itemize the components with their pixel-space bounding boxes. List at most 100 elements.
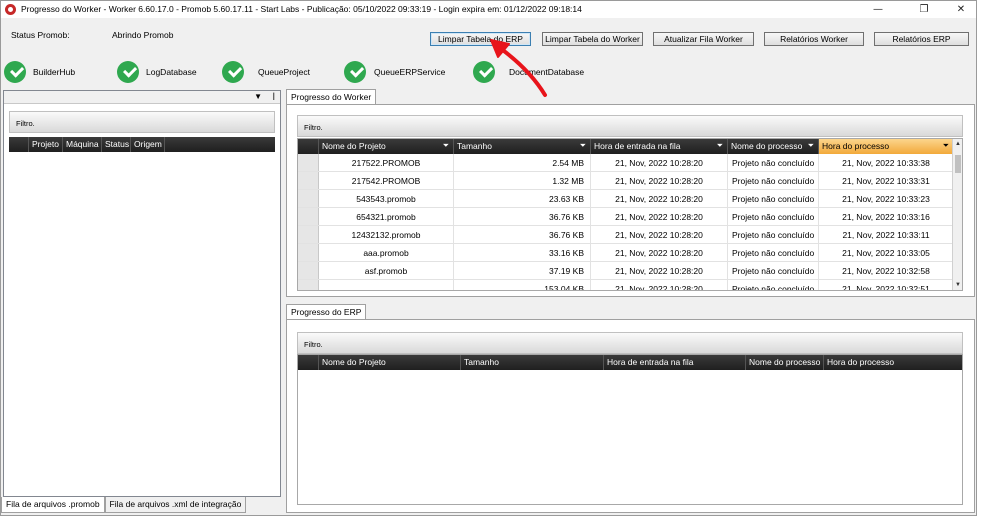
- tab-promob-queue[interactable]: Fila de arquivos .promob: [1, 497, 105, 513]
- services-status-row: BuilderHub LogDatabase QueueProject Queu…: [1, 58, 976, 88]
- table-cell: 21, Nov, 2022 10:28:20: [591, 208, 728, 225]
- column-header-queue-time[interactable]: Hora de entrada na fila: [604, 355, 746, 370]
- row-selector[interactable]: [298, 154, 319, 171]
- column-header-project-name[interactable]: Nome do Projeto: [319, 355, 461, 370]
- table-cell: 153.04 KB: [454, 280, 591, 290]
- row-selector[interactable]: [298, 280, 319, 290]
- service-queueerpservice: QueueERPService: [344, 61, 445, 83]
- minimize-button[interactable]: —: [863, 1, 893, 18]
- table-cell: 21, Nov, 2022 10:33:38: [819, 154, 954, 171]
- column-header[interactable]: Máquina: [63, 137, 102, 152]
- filter-icon[interactable]: ⏷: [717, 141, 723, 151]
- column-header-process-time[interactable]: Hora do processo ⏷: [819, 139, 954, 154]
- column-header-size[interactable]: Tamanho ⏷: [454, 139, 591, 154]
- filter-icon[interactable]: ⏷: [443, 141, 449, 151]
- column-header-project-name[interactable]: Nome do Projeto ⏷: [319, 139, 454, 154]
- worker-filter-bar[interactable]: Filtro.: [297, 115, 963, 137]
- table-row[interactable]: 543543.promob 23.63 KB 21, Nov, 2022 10:28…: [298, 190, 954, 208]
- row-selector[interactable]: [298, 172, 319, 189]
- table-cell: 23.63 KB: [454, 190, 591, 207]
- service-label: LogDatabase: [146, 67, 197, 77]
- queue-grid-header: Projeto Máquina Status Origem: [9, 137, 275, 152]
- service-label: QueueERPService: [374, 67, 446, 77]
- queue-panel-header: ▼ ꟾ: [4, 91, 280, 104]
- column-header-queue-time[interactable]: Hora de entrada na fila ⏷: [591, 139, 728, 154]
- table-cell: 21, Nov, 2022 10:32:51: [819, 280, 954, 290]
- scroll-up-icon[interactable]: ▲: [953, 139, 962, 149]
- clear-worker-table-button[interactable]: Limpar Tabela do Worker: [542, 32, 643, 46]
- queue-panel: ▼ ꟾ Filtro. Projeto Máquina Status Orige…: [3, 90, 281, 497]
- check-circle-icon: [344, 61, 366, 83]
- table-cell: Projeto não concluído: [728, 172, 819, 189]
- close-button[interactable]: ✕: [946, 1, 976, 18]
- column-header-process-time[interactable]: Hora do processo: [824, 355, 962, 370]
- caret-down-icon[interactable]: ▼: [254, 92, 262, 101]
- column-header[interactable]: Origem: [131, 137, 165, 152]
- scroll-thumb[interactable]: [955, 155, 961, 173]
- row-selector[interactable]: [298, 262, 319, 279]
- table-cell: 217542.PROMOB: [319, 172, 454, 189]
- erp-reports-button[interactable]: Relatórios ERP: [874, 32, 969, 46]
- table-row[interactable]: 217522.PROMOB 2.54 MB 21, Nov, 2022 10:28:…: [298, 154, 954, 172]
- table-cell: Projeto não concluído: [728, 190, 819, 207]
- update-worker-queue-button[interactable]: Atualizar Fila Worker: [653, 32, 754, 46]
- row-selector[interactable]: [298, 226, 319, 243]
- maximize-button[interactable]: ❐: [909, 1, 939, 18]
- clear-erp-table-button[interactable]: Limpar Tabela do ERP: [430, 32, 531, 46]
- filter-icon[interactable]: ⏷: [580, 141, 586, 151]
- column-header[interactable]: Status: [102, 137, 131, 152]
- table-row[interactable]: asf.promob 37.19 KB 21, Nov, 2022 10:28:20…: [298, 262, 954, 280]
- table-row[interactable]: ... 153.04 KB 21, Nov, 2022 10:28:20 Projet…: [298, 280, 954, 290]
- row-selector-header: [298, 355, 319, 370]
- column-header-process-name[interactable]: Nome do processo: [746, 355, 824, 370]
- row-selector[interactable]: [298, 190, 319, 207]
- table-cell: 21, Nov, 2022 10:33:23: [819, 190, 954, 207]
- worker-reports-button[interactable]: Relatórios Worker: [764, 32, 864, 46]
- table-cell: asf.promob: [319, 262, 454, 279]
- worker-progress-panel: Filtro. Nome do Projeto ⏷ Tamanho ⏷ Hora d…: [286, 104, 975, 297]
- column-header-process-name[interactable]: Nome do processo ⏷: [728, 139, 819, 154]
- table-row[interactable]: 12432132.promob 36.76 KB 21, Nov, 2022 10:…: [298, 226, 954, 244]
- scroll-down-icon[interactable]: ▼: [953, 280, 962, 290]
- table-cell: aaa.promob: [319, 244, 454, 261]
- table-row[interactable]: aaa.promob 33.16 KB 21, Nov, 2022 10:28:20…: [298, 244, 954, 262]
- table-row[interactable]: 654321.promob 36.76 KB 21, Nov, 2022 10:28…: [298, 208, 954, 226]
- table-cell: 1.32 MB: [454, 172, 591, 189]
- app-window: Progresso do Worker - Worker 6.60.17.0 -…: [0, 0, 977, 516]
- check-circle-icon: [4, 61, 26, 83]
- toolbar: Status Promob: Abrindo Promob Limpar Tab…: [1, 18, 976, 58]
- column-header[interactable]: Projeto: [29, 137, 63, 152]
- row-selector-header: [9, 137, 29, 152]
- status-promob-label: Status Promob:: [11, 30, 70, 40]
- tab-erp-progress[interactable]: Progresso do ERP: [286, 304, 367, 319]
- table-cell: 543543.promob: [319, 190, 454, 207]
- tab-xml-queue[interactable]: Fila de arquivos .xml de integração: [104, 497, 247, 513]
- outside-area: [977, 0, 984, 521]
- filter-icon[interactable]: ⏷: [808, 141, 814, 151]
- worker-grid: Nome do Projeto ⏷ Tamanho ⏷ Hora de entrad…: [297, 138, 963, 291]
- filter-icon[interactable]: ⏷: [943, 141, 949, 151]
- window-title: Progresso do Worker - Worker 6.60.17.0 -…: [21, 4, 582, 14]
- pin-icon[interactable]: ꟾ: [273, 93, 275, 102]
- row-selector[interactable]: [298, 244, 319, 261]
- table-cell: 21, Nov, 2022 10:33:11: [819, 226, 954, 243]
- table-cell: ...: [319, 280, 454, 290]
- queue-filter-bar[interactable]: Filtro.: [9, 111, 275, 133]
- check-circle-icon: [117, 61, 139, 83]
- row-selector[interactable]: [298, 208, 319, 225]
- service-builderhub: BuilderHub: [4, 61, 75, 83]
- worker-grid-scrollbar[interactable]: ▲ ▼: [952, 139, 962, 290]
- table-cell: 21, Nov, 2022 10:28:20: [591, 226, 728, 243]
- service-queueproject: QueueProject: [222, 61, 310, 83]
- table-cell: 21, Nov, 2022 10:33:05: [819, 244, 954, 261]
- table-row[interactable]: 217542.PROMOB 1.32 MB 21, Nov, 2022 10:28:…: [298, 172, 954, 190]
- tab-worker-progress[interactable]: Progresso do Worker: [286, 89, 377, 104]
- worker-grid-header: Nome do Projeto ⏷ Tamanho ⏷ Hora de entrad…: [298, 139, 954, 154]
- table-cell: 21, Nov, 2022 10:28:20: [591, 190, 728, 207]
- service-logdatabase: LogDatabase: [117, 61, 197, 83]
- table-cell: 21, Nov, 2022 10:28:20: [591, 172, 728, 189]
- column-header-size[interactable]: Tamanho: [461, 355, 604, 370]
- table-cell: 21, Nov, 2022 10:33:31: [819, 172, 954, 189]
- service-documentdatabase: DocumentDatabase: [473, 61, 584, 83]
- erp-filter-bar[interactable]: Filtro.: [297, 332, 963, 354]
